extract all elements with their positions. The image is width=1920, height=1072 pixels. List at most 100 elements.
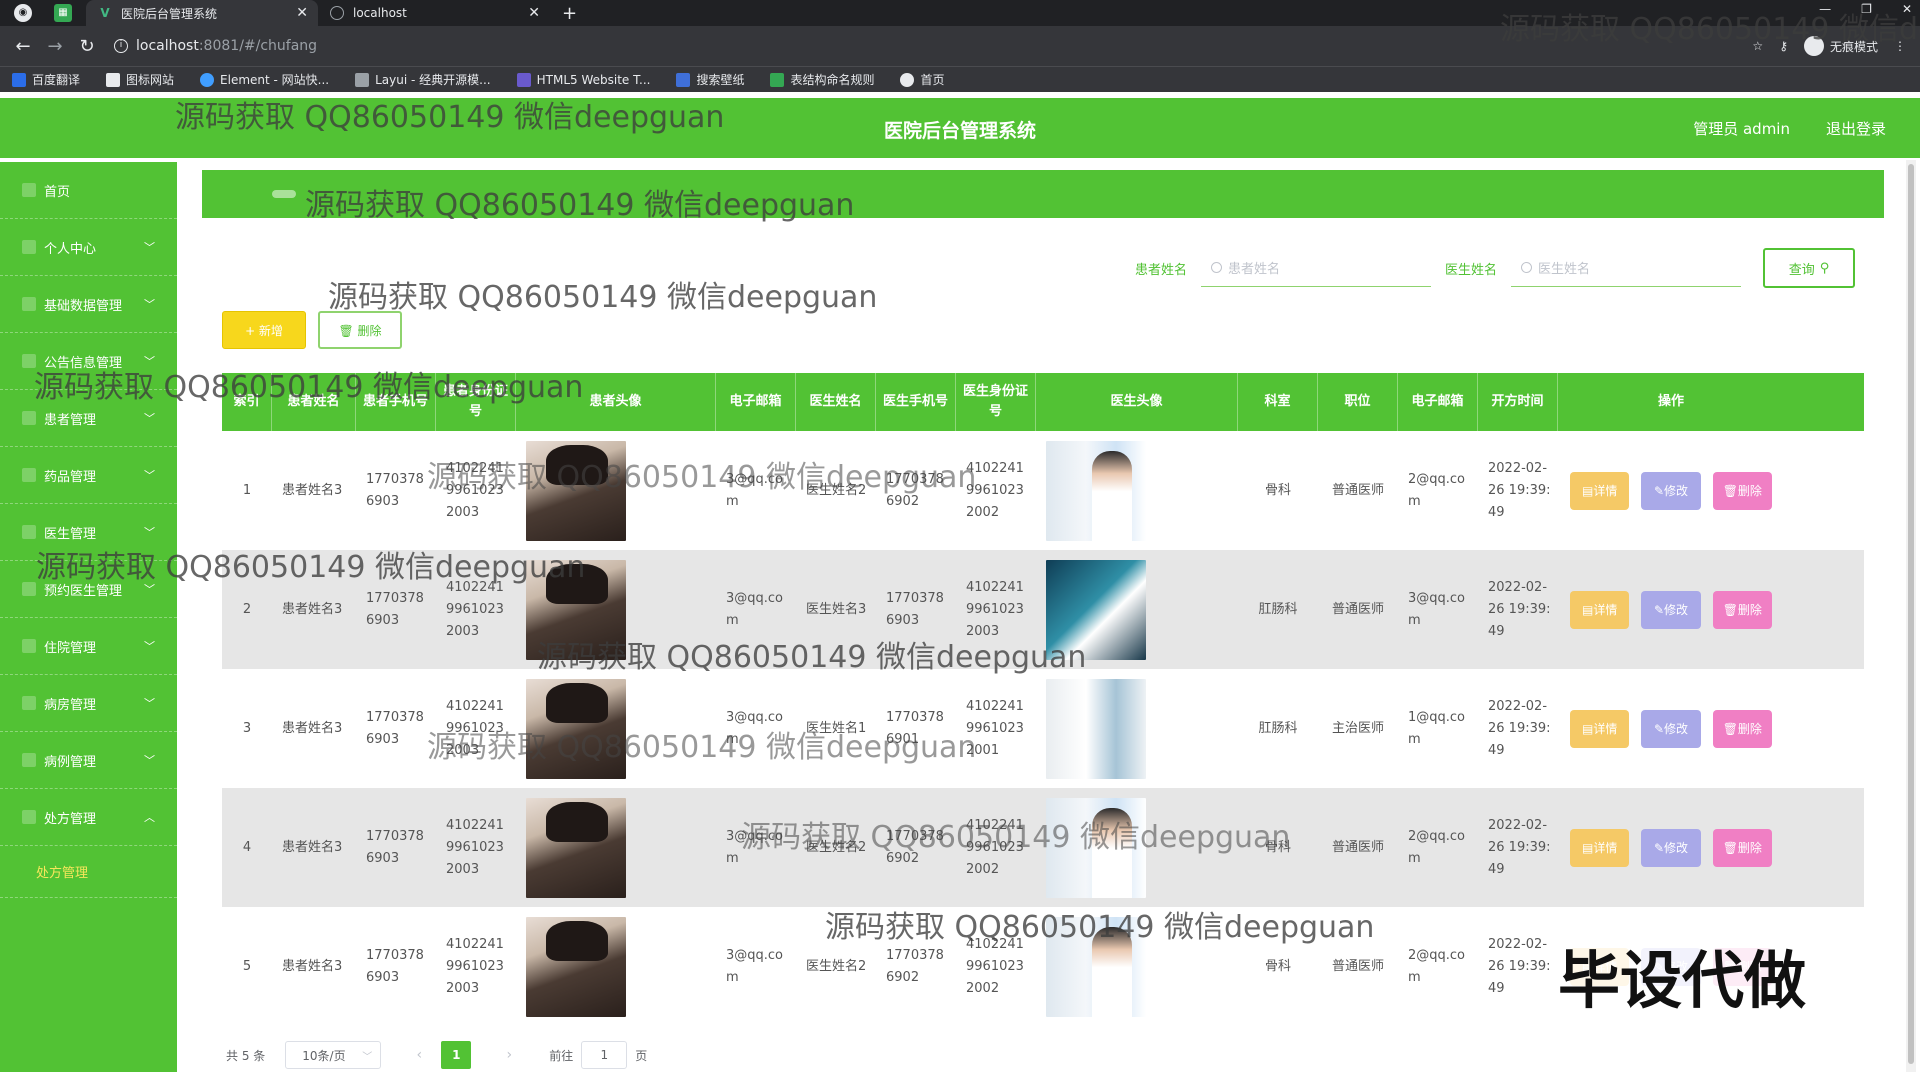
close-icon[interactable]: ✕ (528, 5, 540, 21)
query-button[interactable]: 查询 ⚲ (1763, 248, 1855, 288)
reload-icon[interactable]: ↻ (78, 36, 96, 57)
operation-cell: ▤ 详情 ✎ 修改 🗑 删除 (1558, 669, 1784, 788)
star-icon[interactable]: ☆ (1752, 39, 1763, 53)
goto-suffix: 页 (635, 1048, 648, 1063)
delete-button[interactable]: 🗑 删除 (1712, 709, 1772, 748)
detail-button[interactable]: ▤ 详情 (1570, 471, 1630, 510)
doctor-email-cell: 1@qq.com (1408, 709, 1466, 747)
sidebar-item-inpatient[interactable]: 住院管理 ﹀ (0, 618, 177, 675)
sidebar-item-medicine[interactable]: 药品管理 ﹀ (0, 447, 177, 504)
column-header: 患者手机号 (356, 373, 436, 431)
bell-icon (22, 354, 36, 368)
sidebar-item-doctors[interactable]: 医生管理 ﹀ (0, 504, 177, 561)
app-header: 医院后台管理系统 管理员 admin 退出登录 (0, 98, 1920, 158)
address-bar-actions: ☆ ⚷ 无痕模式 ⋮ (1752, 36, 1906, 56)
bookmark-item[interactable]: 图标网站 (106, 71, 174, 88)
edit-button[interactable]: ✎ 修改 (1641, 590, 1701, 629)
bookmark-item[interactable]: 表结构命名规则 (770, 71, 874, 88)
search-form: 患者姓名 患者姓名 医生姓名 医生姓名 查询 ⚲ (1135, 248, 1855, 288)
bookmark-item[interactable]: 百度翻译 (12, 71, 80, 88)
tab-hospital-admin[interactable]: V 医院后台管理系统 ✕ (86, 0, 318, 26)
department-cell: 骨科 (1264, 958, 1291, 974)
pagination: 共 5 条 10条/页 ﹀ ‹ 1 › 前往 1 页 (226, 1041, 647, 1069)
edit-button[interactable]: ✎ 修改 (1641, 709, 1701, 748)
chevron-down-icon: ﹀ (144, 640, 155, 653)
forward-icon[interactable]: → (46, 36, 64, 57)
patient-phone-cell: 17703786903 (366, 947, 424, 985)
detail-button[interactable]: ▤ 详情 (1570, 709, 1630, 748)
new-tab-icon[interactable]: + (562, 3, 577, 24)
doctor-name-input[interactable]: 医生姓名 (1511, 249, 1741, 287)
logout-link[interactable]: 退出登录 (1826, 118, 1886, 139)
chevron-down-icon: ﹀ (144, 754, 155, 767)
bookmark-item[interactable]: 首页 (900, 71, 945, 88)
sidebar-item-notice[interactable]: 公告信息管理 ﹀ (0, 333, 177, 390)
add-button[interactable]: + 新增 (222, 311, 306, 349)
search-icon (1521, 262, 1532, 273)
prev-page-icon[interactable]: ‹ (405, 1041, 433, 1069)
patient-name-cell: 患者姓名3 (282, 839, 343, 855)
tab-localhost[interactable]: localhost ✕ (318, 0, 550, 26)
scrollbar-thumb[interactable] (1908, 164, 1914, 1064)
bookmark-item[interactable]: Layui - 经典开源模... (355, 71, 491, 88)
bookmarks-bar: 百度翻译 图标网站 Element - 网站快... Layui - 经典开源模… (0, 66, 1920, 92)
detail-button[interactable]: ▤ 详情 (1570, 828, 1630, 867)
bookmark-item[interactable]: 搜索壁纸 (676, 71, 744, 88)
doctor-avatar-cell (1036, 907, 1238, 1026)
sidebar-item-wards[interactable]: 病房管理 ﹀ (0, 675, 177, 732)
url-field[interactable]: i localhost:8081/#/chufang (114, 32, 1764, 60)
sidebar-item-appointments[interactable]: 预约医生管理 ﹀ (0, 561, 177, 618)
bookmark-label: 百度翻译 (32, 73, 81, 87)
restore-icon[interactable]: ❐ (1861, 2, 1872, 16)
page-size-select[interactable]: 10条/页 ﹀ (285, 1041, 382, 1069)
sidebar-item-profile[interactable]: 个人中心 ﹀ (0, 219, 177, 276)
info-icon[interactable]: i (114, 39, 128, 53)
minimize-icon[interactable]: — (1819, 2, 1831, 16)
more-icon[interactable]: ⋮ (1894, 39, 1906, 53)
doctor-name-cell: 医生姓名2 (806, 839, 867, 855)
browser-menu-icon[interactable]: ◉ (14, 4, 32, 22)
detail-button[interactable]: ▤ 详情 (1570, 590, 1630, 629)
page-scrollbar[interactable] (1906, 160, 1916, 1072)
doctor-id-cell: 410224199610232001 (966, 698, 1024, 758)
delete-label: 删除 (1737, 602, 1762, 617)
prescription-icon (22, 810, 36, 824)
goto-page-input[interactable]: 1 (581, 1041, 628, 1069)
doctor-email-cell: 2@qq.com (1408, 471, 1466, 509)
close-window-icon[interactable]: ✕ (1902, 2, 1912, 16)
chevron-down-icon: ﹀ (144, 298, 155, 311)
home-icon (22, 183, 36, 197)
bookmark-item[interactable]: Element - 网站快... (200, 71, 329, 88)
batch-delete-button[interactable]: 🗑 删除 (318, 311, 402, 349)
page-number-current[interactable]: 1 (441, 1041, 472, 1069)
doctor-name-cell: 医生姓名2 (806, 958, 867, 974)
delete-button[interactable]: 🗑 删除 (1712, 590, 1772, 629)
sidebar-subitem-prescriptions[interactable]: 处方管理 (0, 846, 177, 898)
delete-label: 删除 (1737, 840, 1762, 855)
query-button-label: 查询 (1788, 262, 1815, 278)
close-icon[interactable]: ✕ (296, 5, 308, 21)
edit-button[interactable]: ✎ 修改 (1641, 828, 1701, 867)
delete-button[interactable]: 🗑 删除 (1712, 828, 1772, 867)
bookmark-item[interactable]: HTML5 Website T... (516, 72, 650, 87)
sidebar-item-base-data[interactable]: 基础数据管理 ﹀ (0, 276, 177, 333)
doctor-icon (22, 525, 36, 539)
sidebar-item-label: 预约医生管理 (44, 583, 123, 599)
edit-label: 修改 (1664, 602, 1689, 617)
sidebar-item-cases[interactable]: 病例管理 ﹀ (0, 732, 177, 789)
doctor-avatar-cell (1036, 669, 1238, 788)
profile-button[interactable]: 无痕模式 (1803, 36, 1878, 56)
back-icon[interactable]: ← (14, 36, 32, 57)
patient-name-input[interactable]: 患者姓名 (1200, 249, 1431, 287)
delete-button[interactable]: 🗑 删除 (1712, 471, 1772, 510)
address-bar-row: ← → ↻ i localhost:8081/#/chufang ☆ ⚷ 无痕模… (0, 26, 1920, 66)
next-page-icon[interactable]: › (495, 1041, 523, 1069)
sidebar-item-prescriptions[interactable]: 处方管理 ︿ (0, 789, 177, 846)
sidebar-item-home[interactable]: 首页 (0, 162, 177, 219)
sidebar-item-label: 基础数据管理 (44, 298, 123, 314)
patient-name-cell: 患者姓名3 (282, 601, 343, 617)
edit-button[interactable]: ✎ 修改 (1641, 471, 1701, 510)
key-icon[interactable]: ⚷ (1779, 39, 1788, 53)
app-tab-icon[interactable]: ▦ (54, 4, 72, 22)
sidebar-item-patients[interactable]: 患者管理 ﹀ (0, 390, 177, 447)
